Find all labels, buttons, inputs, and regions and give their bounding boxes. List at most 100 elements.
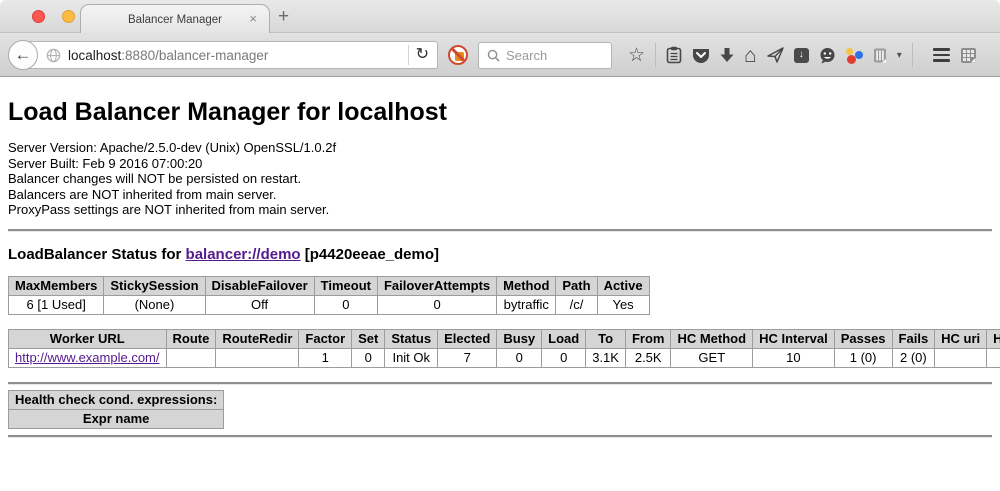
column-header: FailoverAttempts [377, 276, 496, 295]
section-divider [8, 229, 992, 231]
search-input[interactable]: Search [478, 42, 612, 69]
table-cell: 0 [352, 348, 385, 367]
dropdown-caret-icon[interactable]: ▾ [897, 50, 902, 61]
tab-balancer-manager[interactable]: Balancer Manager × [80, 4, 270, 34]
table-cell: 1 [299, 348, 352, 367]
column-header: Method [497, 276, 556, 295]
browser-window: Balancer Manager × + ← localhost:8880/ba… [0, 0, 1000, 491]
new-tab-button[interactable]: + [278, 6, 289, 28]
column-header: Active [597, 276, 649, 295]
status-suffix: [p4420eeae_demo] [301, 246, 439, 263]
section-divider [8, 435, 992, 437]
column-header: Route [166, 329, 216, 348]
column-header: Path [556, 276, 597, 295]
page-title: Load Balancer Manager for localhost [8, 98, 992, 127]
pocket-icon[interactable] [692, 47, 710, 64]
column-header: DisableFailover [205, 276, 314, 295]
proxypass-note-line: ProxyPass settings are NOT inherited fro… [8, 202, 992, 218]
page-content: Load Balancer Manager for localhost Serv… [0, 77, 1000, 437]
toolbar-divider [655, 43, 656, 67]
column-header: HC Expr [987, 329, 1000, 348]
column-header: Worker URL [9, 329, 167, 348]
table-cell: 2.5K [625, 348, 671, 367]
column-header: MaxMembers [9, 276, 104, 295]
column-header: RouteRedir [216, 329, 299, 348]
inherit-note-line: Balancers are NOT inherited from main se… [8, 187, 992, 203]
reload-button[interactable]: ↻ [416, 47, 429, 63]
server-info: Server Version: Apache/2.5.0-dev (Unix) … [8, 140, 992, 218]
column-header: From [625, 329, 671, 348]
server-version-line: Server Version: Apache/2.5.0-dev (Unix) … [8, 140, 992, 156]
column-header: Passes [834, 329, 892, 348]
column-header: Expr name [9, 409, 224, 428]
table-cell: 6 [1 Used] [9, 295, 104, 314]
toolbar-divider [912, 43, 913, 67]
table-cell: http://www.example.com/ [9, 348, 167, 367]
chat-smiley-icon[interactable] [819, 47, 836, 64]
column-header: HC Method [671, 329, 753, 348]
column-header: Elected [438, 329, 497, 348]
table-cell: 0 [377, 295, 496, 314]
table-cell: 0 [542, 348, 586, 367]
back-button[interactable]: ← [8, 40, 38, 70]
home-icon[interactable]: ⌂ [744, 46, 757, 65]
close-window-button[interactable] [32, 10, 45, 23]
table-cell: 3.1K [586, 348, 626, 367]
table-cell: 2 (0) [892, 348, 935, 367]
notes-icon[interactable] [873, 47, 887, 64]
clipboard-icon[interactable] [666, 46, 682, 64]
table-title: Health check cond. expressions: [9, 390, 224, 409]
tab-close-icon[interactable]: × [249, 12, 257, 26]
table-cell: 10 [753, 348, 835, 367]
plugin-blocked-slash [450, 47, 467, 64]
plugin-blocked-icon[interactable] [448, 45, 468, 65]
colored-dots-icon[interactable] [846, 47, 863, 64]
square-download-icon[interactable]: ↓ [794, 48, 809, 63]
table-cell: bytraffic [497, 295, 556, 314]
grid-pages-icon[interactable] [960, 47, 977, 64]
column-header: Set [352, 329, 385, 348]
search-icon [487, 49, 500, 62]
worker-url-link[interactable]: http://www.example.com/ [15, 350, 160, 365]
table-cell: (None) [104, 295, 205, 314]
table-cell: foof2 [987, 348, 1000, 367]
minimize-window-button[interactable] [62, 10, 75, 23]
health-check-table: Health check cond. expressions:Expr name [8, 390, 224, 429]
column-header: Load [542, 329, 586, 348]
table-cell [166, 348, 216, 367]
column-header: HC Interval [753, 329, 835, 348]
table-cell [216, 348, 299, 367]
menu-hamburger-icon[interactable] [933, 48, 950, 62]
search-placeholder: Search [506, 48, 547, 63]
url-bar-divider [408, 45, 409, 65]
table-cell: Init Ok [385, 348, 438, 367]
url-bar[interactable]: localhost:8880/balancer-manager ↻ [23, 41, 438, 69]
balancer-demo-link[interactable]: balancer://demo [186, 246, 301, 263]
table-cell: 0 [314, 295, 377, 314]
globe-icon [46, 48, 61, 63]
table-cell: GET [671, 348, 753, 367]
column-header: StickySession [104, 276, 205, 295]
table-cell: 1 (0) [834, 348, 892, 367]
column-header: Busy [497, 329, 542, 348]
table-cell: /c/ [556, 295, 597, 314]
status-prefix: LoadBalancer Status for [8, 246, 186, 263]
server-built-line: Server Built: Feb 9 2016 07:00:20 [8, 156, 992, 172]
table-row: 6 [1 Used](None)Off00bytraffic/c/Yes [9, 295, 650, 314]
url-path: :8880/balancer-manager [121, 48, 268, 63]
table-row: http://www.example.com/10Init Ok7003.1K2… [9, 348, 1000, 367]
column-header: Fails [892, 329, 935, 348]
navigation-toolbar: ← localhost:8880/balancer-manager ↻ Sear… [0, 33, 1000, 77]
worker-status-table: Worker URLRouteRouteRedirFactorSetStatus… [8, 329, 1000, 368]
titlebar: Balancer Manager × + [0, 0, 1000, 33]
url-text[interactable]: localhost:8880/balancer-manager [68, 48, 401, 63]
column-header: To [586, 329, 626, 348]
column-header: Status [385, 329, 438, 348]
column-header: Factor [299, 329, 352, 348]
star-icon[interactable]: ☆ [628, 46, 645, 65]
table-cell: 7 [438, 348, 497, 367]
download-arrow-icon[interactable] [720, 47, 734, 63]
send-plane-icon[interactable] [767, 47, 784, 63]
table-cell: 0 [497, 348, 542, 367]
column-header: Timeout [314, 276, 377, 295]
